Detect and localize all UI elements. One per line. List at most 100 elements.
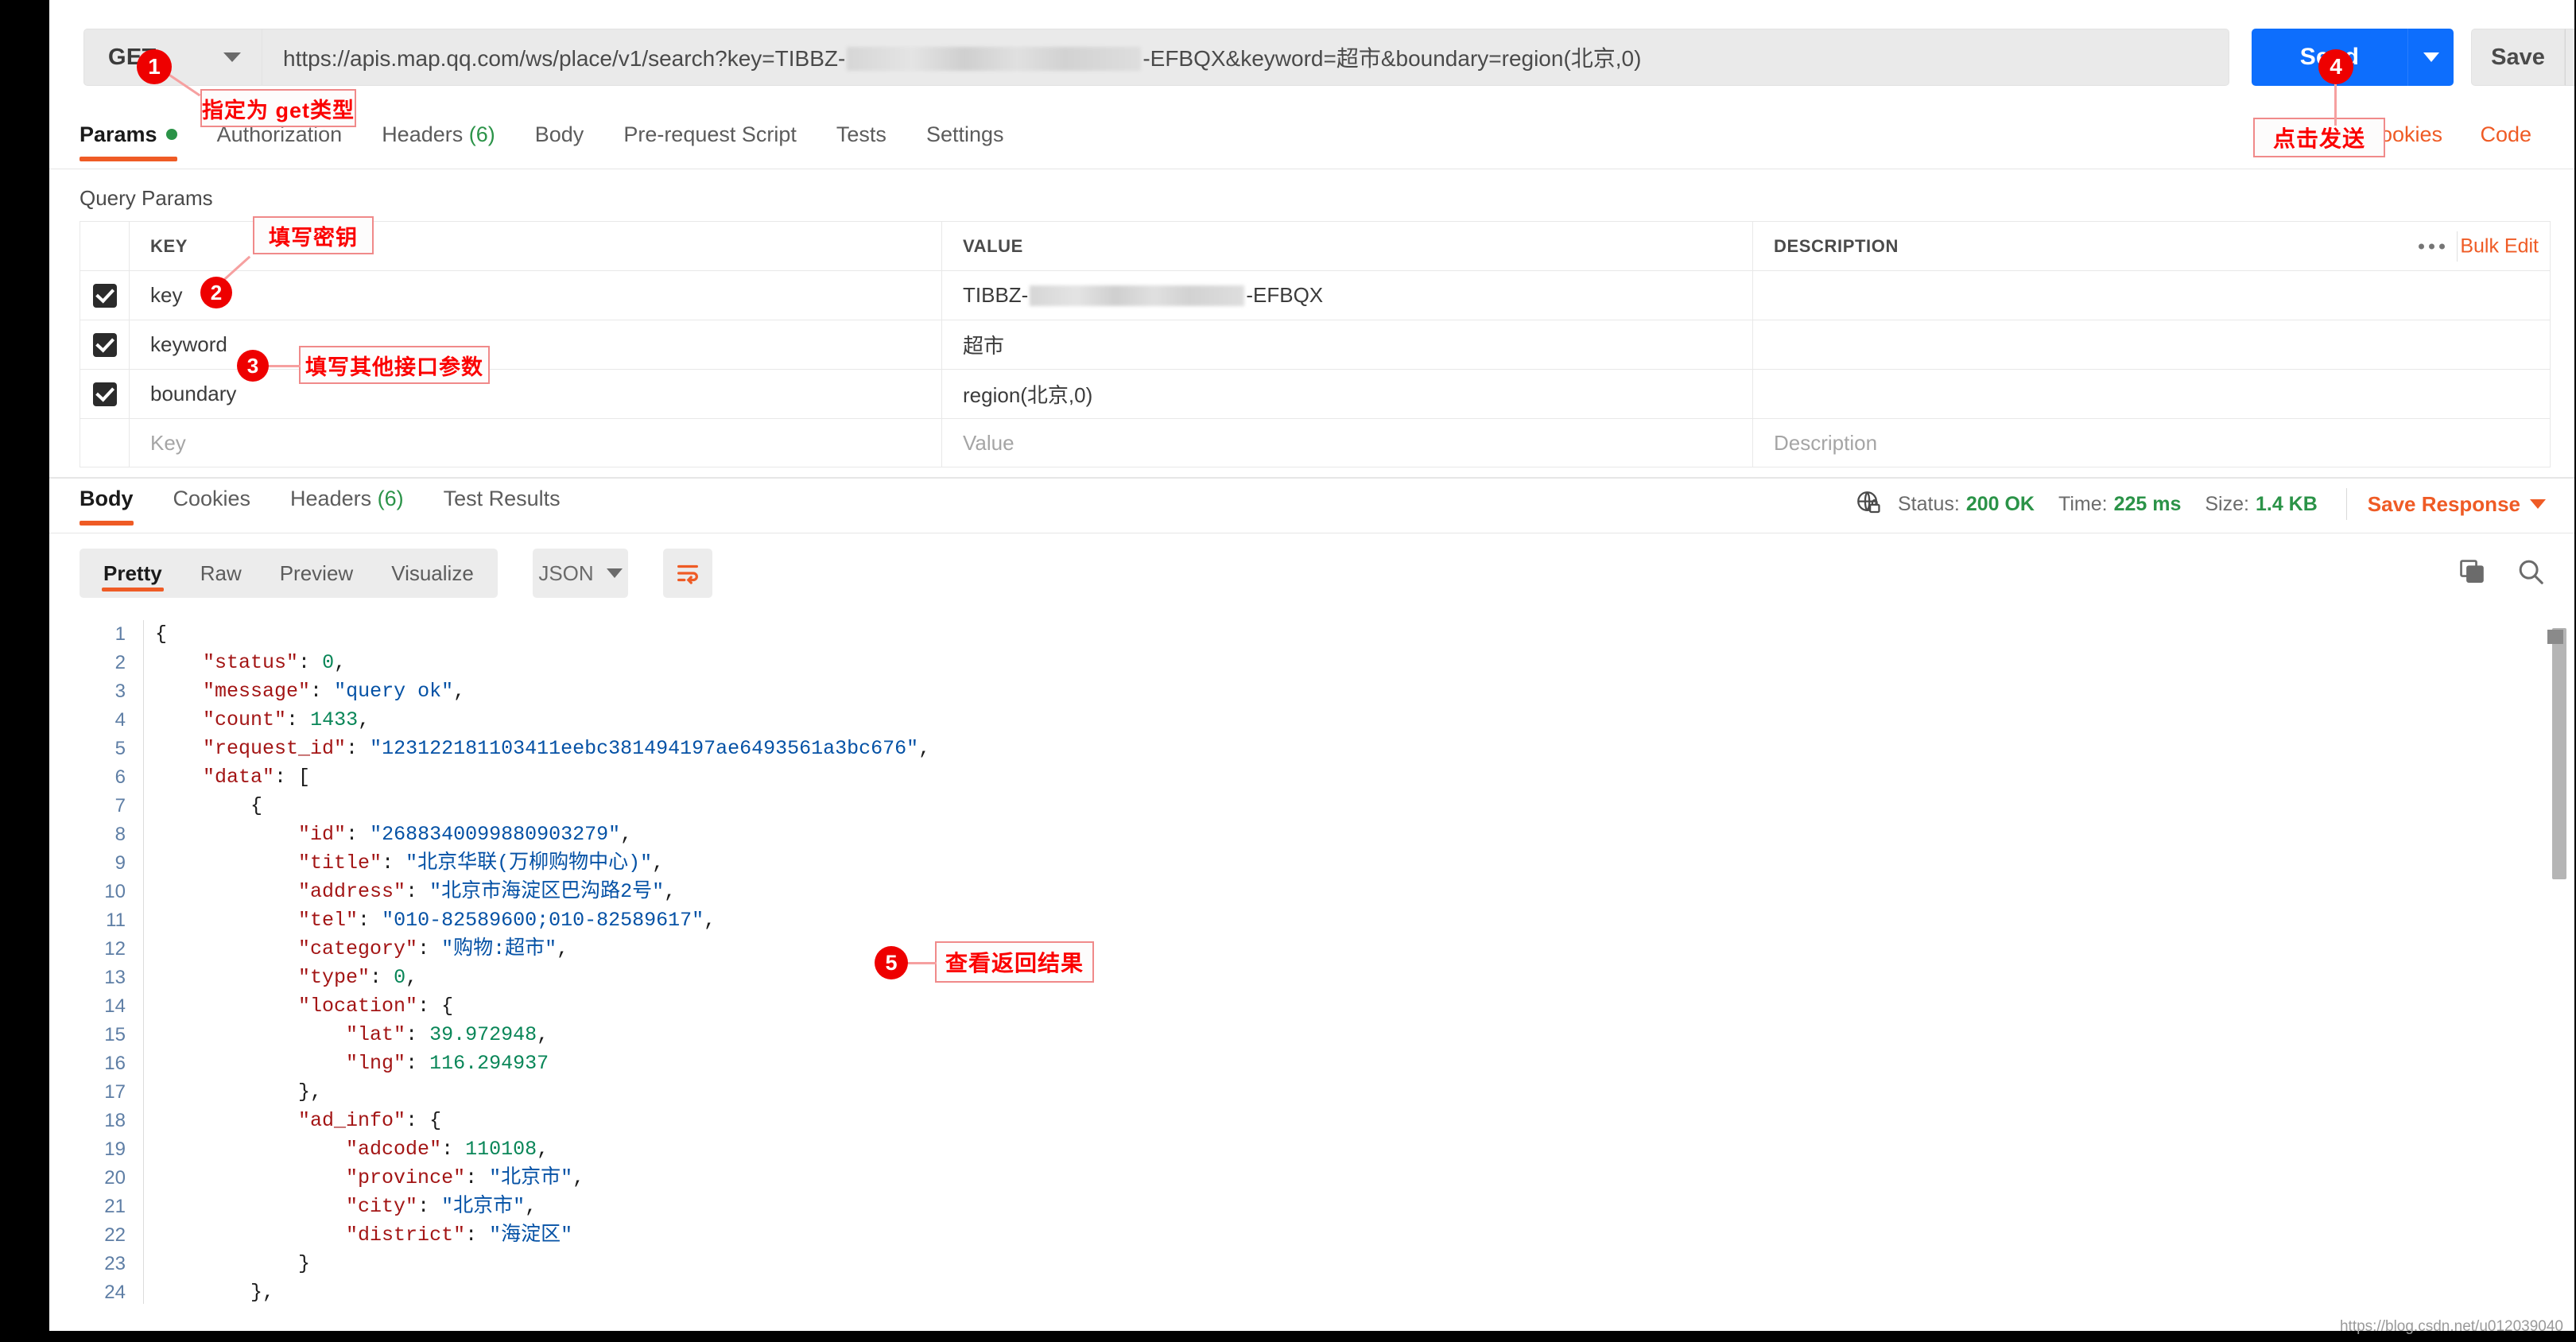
param-enabled-checkbox[interactable]	[93, 382, 117, 406]
wrap-lines-button[interactable]	[663, 549, 712, 598]
header-description-label: DESCRIPTION	[1774, 236, 1899, 257]
json-scrollbar-thumb-handle[interactable]	[2547, 630, 2563, 644]
response-tab-headers-count: (6)	[378, 487, 404, 510]
json-line-number: 20	[49, 1164, 143, 1193]
bulk-edit-button[interactable]: Bulk Edit	[2460, 235, 2539, 258]
json-line-content: }	[144, 1250, 310, 1278]
json-line-number: 2	[49, 649, 143, 677]
json-scrollbar-thumb[interactable]	[2552, 628, 2566, 879]
annotation-badge-4-number: 4	[2330, 54, 2342, 80]
annotation-leader-5	[906, 962, 937, 964]
save-button[interactable]: Save	[2471, 29, 2565, 86]
response-tab-test-results[interactable]: Test Results	[444, 482, 561, 526]
json-line-number: 1	[49, 620, 143, 649]
row-key-cell[interactable]: key	[130, 271, 942, 320]
more-options-icon[interactable]	[2419, 243, 2445, 249]
annotation-badge-1: 1	[137, 49, 172, 84]
watermark: https://blog.csdn.net/u012039040	[2340, 1318, 2563, 1336]
tab-settings[interactable]: Settings	[926, 118, 1004, 161]
tab-body[interactable]: Body	[535, 118, 584, 161]
view-mode-raw[interactable]: Raw	[181, 549, 261, 598]
json-line: 4 "count": 1433,	[49, 706, 2574, 735]
row-value-cell[interactable]: 超市	[942, 320, 1753, 369]
meta-divider	[2346, 488, 2347, 520]
json-line-number: 8	[49, 820, 143, 849]
search-icon[interactable]	[2516, 557, 2546, 591]
json-line-content: },	[144, 1278, 274, 1304]
save-response-button[interactable]: Save Response	[2368, 492, 2520, 517]
response-tab-headers[interactable]: Headers (6)	[290, 482, 404, 526]
copy-icon[interactable]	[2457, 557, 2487, 591]
json-line-content: },	[144, 1078, 322, 1107]
screen-root: GET https://apis.map.qq.com/ws/place/v1/…	[0, 0, 2576, 1342]
row-value-cell[interactable]: region(北京,0)	[942, 370, 1753, 418]
json-line-content: {	[144, 620, 167, 649]
code-link[interactable]: Code	[2480, 122, 2531, 147]
tab-tests[interactable]: Tests	[836, 118, 886, 161]
response-format-selector[interactable]: JSON	[533, 549, 628, 598]
header-value-cell: VALUE	[942, 222, 1753, 270]
response-tab-cookies-label: Cookies	[173, 487, 251, 510]
status-value: 200 OK	[1966, 493, 2035, 516]
json-line-content: "lng": 116.294937	[144, 1049, 549, 1078]
tab-pre-request-script[interactable]: Pre-request Script	[623, 118, 797, 161]
row-checkbox-cell	[80, 320, 130, 369]
json-line-content: "data": [	[144, 763, 310, 792]
json-line-number: 6	[49, 763, 143, 792]
request-tabs: Params Authorization Headers (6) Body Pr…	[49, 118, 2574, 169]
table-header-row: KEY VALUE DESCRIPTION Bulk Edit	[80, 221, 2551, 270]
param-value-text: TIBBZ--EFBQX	[963, 283, 1323, 308]
table-row-empty: Key Value Description	[80, 418, 2551, 467]
json-line-content: "tel": "010-82589600;010-82589617",	[144, 906, 716, 935]
header-key-cell: KEY	[130, 222, 942, 270]
request-bar: GET https://apis.map.qq.com/ws/place/v1/…	[49, 29, 2574, 89]
table-row: key TIBBZ--EFBQX	[80, 270, 2551, 320]
json-line: 24 },	[49, 1278, 2574, 1304]
send-options-button[interactable]	[2407, 29, 2454, 86]
param-key-value: key	[150, 283, 182, 308]
row-checkbox-cell	[80, 271, 130, 320]
row-description-cell[interactable]	[1753, 271, 2550, 320]
annotation-box-5: 查看返回结果	[935, 941, 1094, 983]
json-line-number: 17	[49, 1078, 143, 1107]
row-value-cell[interactable]: TIBBZ--EFBQX	[942, 271, 1753, 320]
view-mode-visualize[interactable]: Visualize	[372, 549, 493, 598]
empty-key-cell[interactable]: Key	[130, 419, 942, 467]
chevron-down-icon[interactable]	[2530, 499, 2546, 509]
json-line-content: "location": {	[144, 992, 453, 1021]
response-tab-body[interactable]: Body	[80, 482, 134, 526]
tab-params[interactable]: Params	[80, 118, 177, 161]
json-line: 11 "tel": "010-82589600;010-82589617",	[49, 906, 2574, 935]
toolbar-divider	[2457, 231, 2458, 262]
save-options-button[interactable]	[2565, 29, 2574, 86]
json-line: 7 {	[49, 792, 2574, 820]
empty-value-cell[interactable]: Value	[942, 419, 1753, 467]
empty-description-cell[interactable]: Description	[1753, 419, 2550, 467]
pane-splitter[interactable]	[49, 477, 2574, 479]
json-line: 5 "request_id": "123122181103411eebc3814…	[49, 735, 2574, 763]
url-input[interactable]: https://apis.map.qq.com/ws/place/v1/sear…	[262, 29, 2229, 86]
header-value-label: VALUE	[963, 236, 1023, 257]
response-json-viewer[interactable]: 1{2 "status": 0,3 "message": "query ok",…	[49, 620, 2574, 1304]
json-line: 21 "city": "北京市",	[49, 1193, 2574, 1221]
json-line-content: "address": "北京市海淀区巴沟路2号",	[144, 878, 676, 906]
tab-body-label: Body	[535, 122, 584, 146]
view-mode-preview[interactable]: Preview	[261, 549, 372, 598]
response-body-toolbar: Pretty Raw Preview Visualize JSON	[49, 549, 2574, 609]
annotation-box-3-text: 填写其他接口参数	[305, 350, 483, 381]
json-line-number: 19	[49, 1135, 143, 1164]
json-line-number: 13	[49, 964, 143, 992]
param-enabled-checkbox[interactable]	[93, 284, 117, 308]
json-line-content: "status": 0,	[144, 649, 346, 677]
chevron-down-icon	[223, 52, 241, 62]
view-mode-pretty[interactable]: Pretty	[84, 549, 181, 598]
query-params-table: KEY VALUE DESCRIPTION Bulk Edit key TIBB…	[80, 221, 2551, 467]
tab-headers[interactable]: Headers (6)	[382, 118, 495, 161]
response-meta: Status: 200 OK Time: 225 ms Size: 1.4 KB…	[1855, 488, 2574, 520]
row-description-cell[interactable]	[1753, 370, 2550, 418]
json-line: 17 },	[49, 1078, 2574, 1107]
header-checkbox-cell	[80, 222, 130, 270]
response-tab-cookies[interactable]: Cookies	[173, 482, 251, 526]
param-enabled-checkbox[interactable]	[93, 333, 117, 357]
row-description-cell[interactable]	[1753, 320, 2550, 369]
